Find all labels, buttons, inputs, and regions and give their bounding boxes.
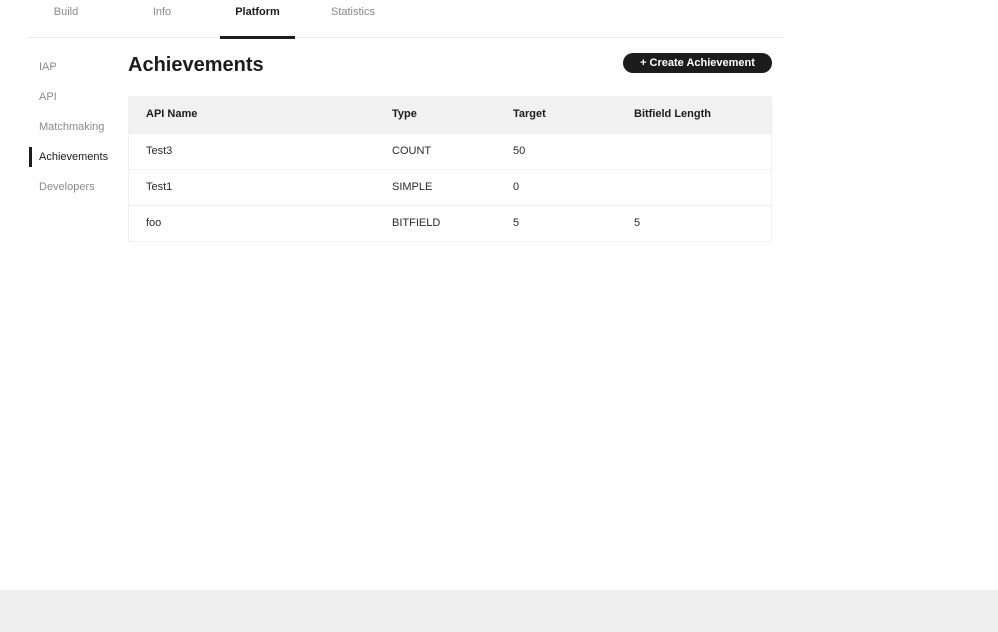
cell-api-name: foo <box>146 217 162 229</box>
sidebar-item-api[interactable]: API <box>28 88 118 118</box>
sidebar-item-iap[interactable]: IAP <box>28 58 118 88</box>
page: Build Info Platform Statistics IAP API M… <box>0 0 998 632</box>
table-row[interactable]: Test1 SIMPLE 0 <box>129 169 771 205</box>
cell-target: 0 <box>513 181 520 193</box>
cell-api-name: Test3 <box>146 145 173 157</box>
main-content: Achievements + Create Achievement API Na… <box>128 52 772 242</box>
column-header-type[interactable]: Type <box>392 97 417 132</box>
tab-build[interactable]: Build <box>28 0 104 38</box>
achievements-table: API Name Type Target Bitfield Length Tes… <box>128 96 772 242</box>
cell-type: BITFIELD <box>392 217 441 229</box>
column-header-bitfield-length[interactable]: Bitfield Length <box>634 97 711 132</box>
table-row[interactable]: foo BITFIELD 5 5 <box>129 205 771 241</box>
column-header-target[interactable]: Target <box>513 97 546 132</box>
sidebar-item-achievements[interactable]: Achievements <box>28 147 118 178</box>
create-achievement-button[interactable]: + Create Achievement <box>623 53 772 73</box>
cell-api-name: Test1 <box>146 181 173 193</box>
side-nav: IAP API Matchmaking Achievements Develop… <box>28 58 118 208</box>
column-header-api-name[interactable]: API Name <box>146 97 197 132</box>
table-header: API Name Type Target Bitfield Length <box>129 97 771 133</box>
tab-platform[interactable]: Platform <box>220 0 295 39</box>
cell-type: SIMPLE <box>392 181 433 193</box>
sidebar-item-matchmaking[interactable]: Matchmaking <box>28 118 118 148</box>
cell-type: COUNT <box>392 145 432 157</box>
table-row[interactable]: Test3 COUNT 50 <box>129 133 771 169</box>
tab-statistics[interactable]: Statistics <box>315 0 391 38</box>
cell-bitfield-length: 5 <box>634 217 641 229</box>
footer <box>0 590 998 632</box>
cell-target: 5 <box>513 217 520 229</box>
tab-info[interactable]: Info <box>124 0 200 38</box>
sidebar-item-developers[interactable]: Developers <box>28 178 118 208</box>
cell-target: 50 <box>513 145 526 157</box>
top-tabs: Build Info Platform Statistics <box>28 0 784 39</box>
